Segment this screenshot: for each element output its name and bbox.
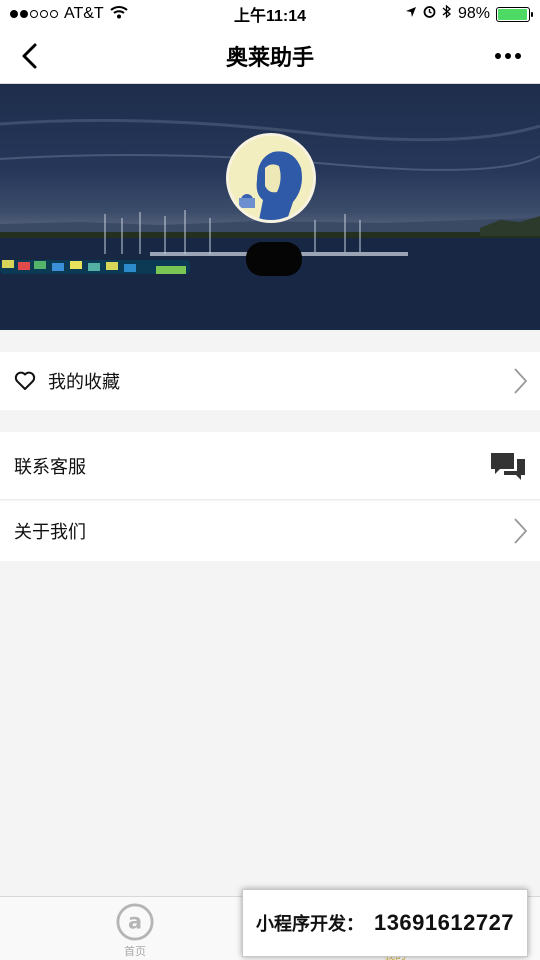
battery-fill — [498, 8, 528, 20]
avatar-image — [229, 136, 313, 220]
more-dots-icon — [505, 53, 511, 59]
battery-percent: 98% — [457, 5, 490, 22]
signal-dot — [20, 10, 28, 18]
tab-home[interactable]: a 首页 — [105, 903, 165, 959]
svg-text:a: a — [128, 910, 142, 934]
signal-strength-icon — [10, 10, 58, 18]
signal-dot — [50, 10, 58, 18]
signal-dot — [40, 10, 48, 18]
chat-bubbles-icon — [491, 452, 525, 480]
status-right: 98% — [405, 4, 533, 24]
more-dots-icon — [495, 53, 501, 59]
alarm-icon — [423, 5, 436, 23]
favorites-row[interactable]: 我的收藏 — [0, 352, 540, 410]
signal-dot — [30, 10, 38, 18]
more-dots-icon — [515, 53, 521, 59]
bluetooth-icon — [442, 4, 452, 24]
contact-service-row[interactable]: 联系客服 — [0, 432, 540, 500]
carrier-label: AT&T — [64, 5, 104, 22]
favorites-label: 我的收藏 — [48, 372, 120, 392]
back-button[interactable] — [12, 38, 48, 74]
about-us-label: 关于我们 — [14, 522, 86, 542]
promo-phone: 13691612727 — [373, 910, 515, 935]
page-title: 奥莱助手 — [225, 44, 314, 70]
signal-dot — [10, 10, 18, 18]
location-arrow-icon — [405, 5, 417, 23]
chevron-right-icon — [514, 368, 528, 394]
wifi-icon — [110, 5, 128, 24]
nav-bar: 奥莱助手 — [0, 28, 540, 84]
user-avatar[interactable] — [226, 133, 316, 223]
chevron-right-icon — [514, 518, 528, 544]
user-name-redacted — [246, 242, 302, 276]
chevron-left-icon — [22, 43, 37, 69]
contact-service-label: 联系客服 — [14, 456, 86, 477]
heart-icon — [14, 371, 36, 390]
status-left: AT&T — [10, 5, 128, 24]
developer-contact-banner: 小程序开发： 13691612727 — [242, 889, 528, 957]
home-logo-icon: a — [116, 903, 154, 941]
tab-home-label: 首页 — [124, 946, 146, 958]
battery-icon — [496, 6, 533, 22]
about-us-row[interactable]: 关于我们 — [0, 501, 540, 561]
more-options-button[interactable] — [490, 38, 526, 74]
promo-label: 小程序开发： — [255, 914, 364, 934]
status-bar: AT&T 上午11:14 98% — [0, 0, 540, 28]
profile-banner — [0, 84, 540, 330]
